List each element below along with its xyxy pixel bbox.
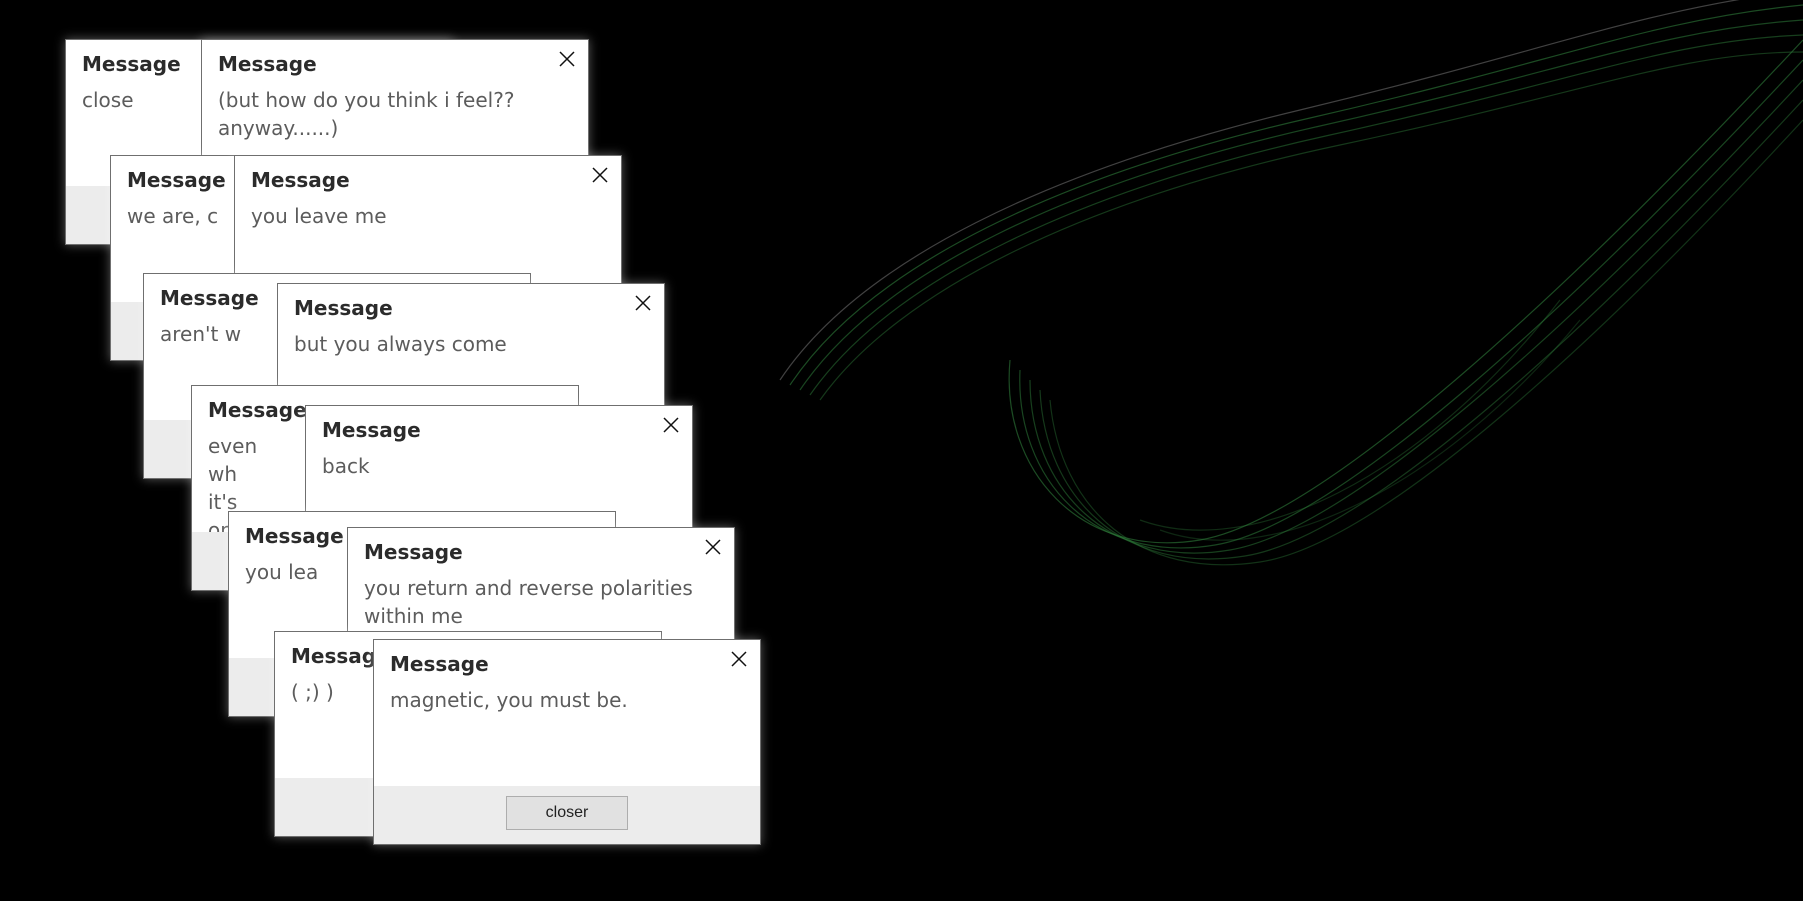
close-x-icon[interactable] bbox=[589, 164, 611, 186]
closer-button[interactable]: closer bbox=[506, 796, 628, 830]
close-x-icon[interactable] bbox=[632, 292, 654, 314]
dialog-message: magnetic, you must be. bbox=[390, 688, 628, 712]
close-x-icon[interactable] bbox=[702, 536, 724, 558]
dialog-title: Message bbox=[160, 286, 259, 310]
close-x-icon[interactable] bbox=[728, 648, 750, 670]
dialog-title: Message bbox=[322, 418, 421, 442]
dialog-title: Message bbox=[390, 652, 489, 676]
dialog-title: Message bbox=[82, 52, 181, 76]
close-x-icon[interactable] bbox=[556, 48, 578, 70]
dialog-message: (but how do you think i feel?? anyway...… bbox=[218, 88, 515, 140]
dialog-message: you return and reverse polarities within… bbox=[364, 576, 693, 628]
dialog-title: Message bbox=[245, 524, 344, 548]
dialog-title: Message bbox=[218, 52, 317, 76]
dialog-title: Message bbox=[251, 168, 350, 192]
message-dialog: Message magnetic, you must be. closer bbox=[373, 639, 761, 845]
dialog-title: Message bbox=[364, 540, 463, 564]
dialog-footer: closer bbox=[374, 786, 760, 844]
dialog-title: Message bbox=[294, 296, 393, 320]
dialog-title: Message bbox=[127, 168, 226, 192]
dialog-message: you leave me bbox=[251, 204, 387, 228]
dialog-title: Message bbox=[208, 398, 307, 422]
dialog-message: but you always come bbox=[294, 332, 507, 356]
dialog-message: back bbox=[322, 454, 370, 478]
close-x-icon[interactable] bbox=[660, 414, 682, 436]
